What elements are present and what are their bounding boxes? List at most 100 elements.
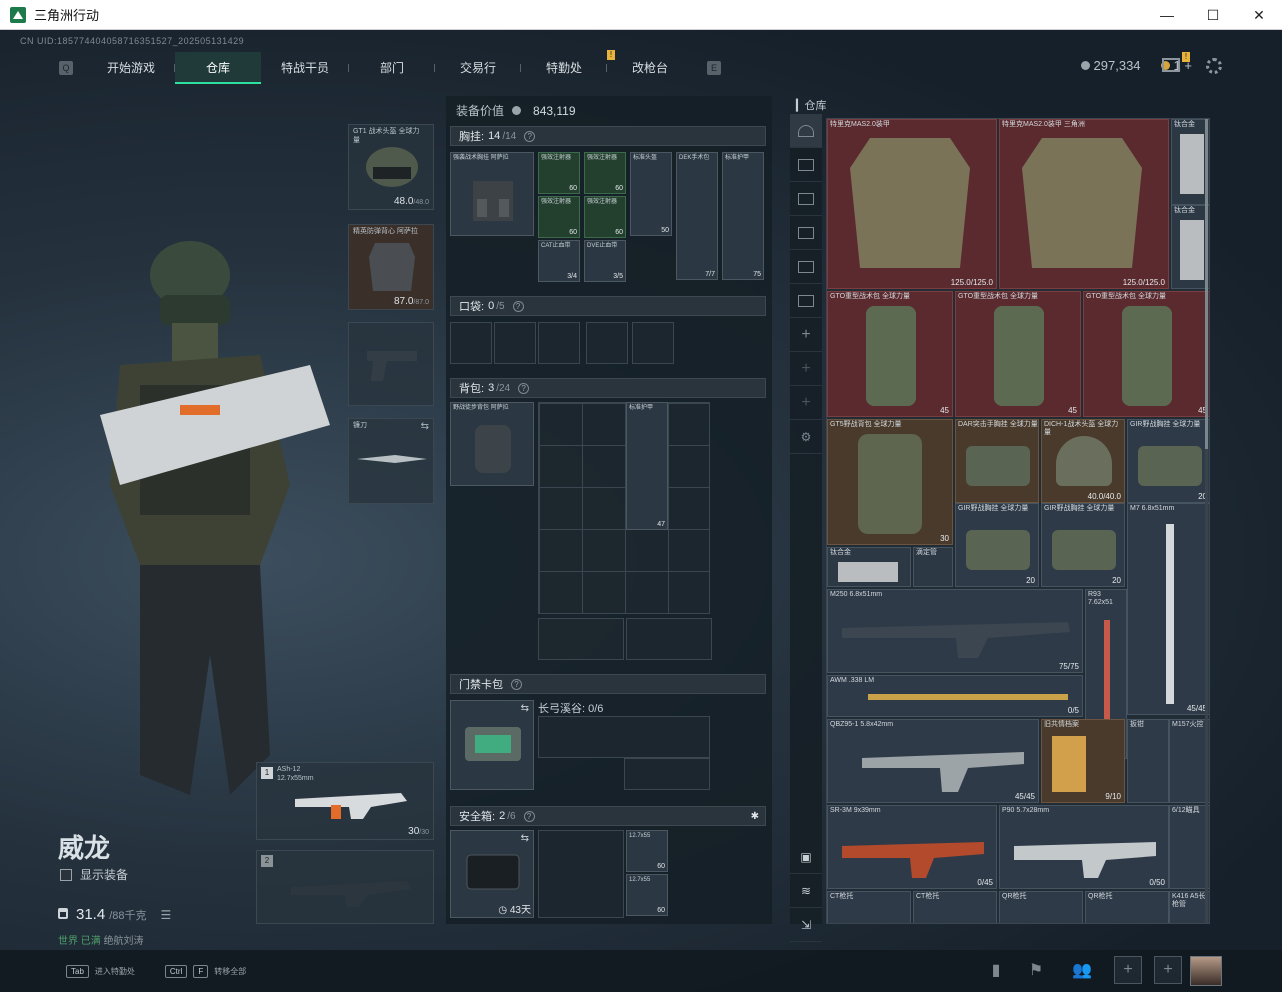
- stash-item[interactable]: M157火控: [1169, 719, 1209, 803]
- chest-item-helmet-repair[interactable]: 标准头盔 50: [630, 152, 672, 236]
- add-friend-slot[interactable]: +: [1154, 956, 1182, 984]
- safebox-item[interactable]: ⇆ ◷ 43天: [450, 830, 534, 918]
- add-page-button[interactable]: +: [790, 318, 822, 352]
- safebox-ammo[interactable]: 12.7x55 60: [626, 830, 668, 872]
- safebox-grid[interactable]: [538, 830, 624, 918]
- stash-tab-5[interactable]: [790, 284, 822, 318]
- help-icon[interactable]: ?: [523, 810, 535, 822]
- settings-gear-icon[interactable]: [1206, 58, 1222, 74]
- maximize-button[interactable]: ☐: [1190, 0, 1236, 30]
- add-page-button[interactable]: +: [790, 352, 822, 386]
- helmet-slot[interactable]: GT1 战术头盔 全球力量 48.0/48.0: [348, 124, 434, 210]
- stash-scrollbar[interactable]: [1205, 119, 1208, 923]
- stash-tab-4[interactable]: [790, 250, 822, 284]
- stash-item[interactable]: DAR突击手胸挂 全球力量: [955, 419, 1039, 503]
- stash-item[interactable]: GTO重型战术包 全球力量 45: [827, 291, 953, 417]
- stash-item[interactable]: CT枪托: [913, 891, 997, 923]
- stash-item[interactable]: GIR野战胸挂 全球力量 20: [1127, 419, 1209, 503]
- backpack-extra-slot[interactable]: [538, 618, 624, 660]
- stash-item[interactable]: GTO重型战术包 全球力量 45: [1083, 291, 1209, 417]
- stash-item[interactable]: SR-3M 9x39mm 0/45: [827, 805, 997, 889]
- help-icon[interactable]: ?: [524, 130, 536, 142]
- stash-item[interactable]: GT5野战背包 全球力量 30: [827, 419, 953, 545]
- keycard-slot[interactable]: [538, 716, 710, 758]
- stash-tab-all[interactable]: [790, 114, 822, 148]
- add-page-button[interactable]: +: [790, 386, 822, 420]
- stash-settings-button[interactable]: ⚙: [790, 420, 822, 454]
- armor-slot[interactable]: 精英防弹背心 阿萨拉 87.0/87.0: [348, 224, 434, 310]
- show-equipment-toggle[interactable]: 显示装备: [60, 866, 128, 883]
- stash-item[interactable]: DICH-1战术头盔 全球力量 40.0/40.0: [1041, 419, 1125, 503]
- stash-item[interactable]: GTO重型战术包 全球力量 45: [955, 291, 1081, 417]
- stash-item[interactable]: 特里克MAS2.0装甲 三角洲 125.0/125.0: [999, 119, 1169, 289]
- chest-item-surgery-kit[interactable]: DEK手术包 7/7: [676, 152, 718, 280]
- pocket-slot[interactable]: [586, 322, 628, 364]
- keycard-case[interactable]: ⇆: [450, 700, 534, 790]
- stack-button[interactable]: ≋: [790, 874, 822, 908]
- pin-icon[interactable]: ✱: [751, 811, 759, 822]
- stash-item[interactable]: M7 6.8x51mm 45/45: [1127, 503, 1209, 715]
- tab-warehouse[interactable]: 仓库: [175, 52, 262, 84]
- stash-item[interactable]: P90 5.7x28mm 0/50: [999, 805, 1169, 889]
- transfer-button[interactable]: ⇲: [790, 908, 822, 942]
- primary-weapon-slot[interactable]: 1 ASh-12 12.7x55mm 30/30: [256, 762, 434, 840]
- stash-item[interactable]: AWM .338 LM 0/5: [827, 675, 1083, 717]
- mail-icon[interactable]: !: [1162, 52, 1190, 72]
- chest-rig-item[interactable]: 强袭战术胸挂 阿萨拉: [450, 152, 534, 236]
- chest-item-injector[interactable]: 强效注射器 60: [538, 152, 580, 194]
- safebox-ammo[interactable]: 12.7x55 60: [626, 874, 668, 916]
- stash-item[interactable]: 6/12瞄具: [1169, 805, 1209, 889]
- stash-tab-3[interactable]: [790, 216, 822, 250]
- stash-item[interactable]: QR枪托: [999, 891, 1083, 923]
- sort-button[interactable]: ▣: [790, 840, 822, 874]
- scrollbar-thumb[interactable]: [1205, 119, 1208, 449]
- tab-department[interactable]: 部门: [349, 52, 436, 84]
- swap-icon[interactable]: ⇆: [421, 421, 429, 432]
- backpack-grid[interactable]: [538, 402, 710, 614]
- help-icon[interactable]: ?: [511, 678, 522, 690]
- minimize-button[interactable]: —: [1144, 0, 1190, 30]
- chest-item-tourniquet[interactable]: DVE止血带 3/5: [584, 240, 626, 282]
- hint-transfer-all[interactable]: Ctrl F 转移全部: [164, 964, 246, 978]
- backpack-item-armor-repair[interactable]: 标准护甲 47: [626, 402, 668, 530]
- keycard-slot[interactable]: [624, 758, 710, 790]
- backpack-item[interactable]: 野战徒步背包 阿萨拉: [450, 402, 534, 486]
- swap-icon[interactable]: ⇆: [521, 833, 529, 844]
- stash-item[interactable]: 扳钳: [1127, 719, 1169, 803]
- weight-list-icon[interactable]: ☰: [161, 908, 172, 922]
- chest-item-tourniquet[interactable]: CAT止血带 3/4: [538, 240, 580, 282]
- hint-enter-special-ops[interactable]: Tab 进入特勤处: [66, 964, 135, 978]
- nav-left-key-icon[interactable]: Q: [59, 61, 73, 75]
- chest-item-armor-repair[interactable]: 标准护甲 75: [722, 152, 764, 280]
- backpack-extra-slot[interactable]: [626, 618, 712, 660]
- melee-slot[interactable]: 镰刀 ⇆: [348, 418, 434, 504]
- chest-item-injector[interactable]: 强效注射器 60: [584, 196, 626, 238]
- friends-icon[interactable]: 👥: [1062, 956, 1102, 984]
- player-avatar[interactable]: [1190, 956, 1222, 986]
- tab-trading[interactable]: 交易行: [435, 52, 522, 84]
- stash-item[interactable]: GIR野战胸挂 全球力量 20: [955, 503, 1039, 587]
- stash-item[interactable]: QR枪托: [1085, 891, 1169, 923]
- tab-special-ops[interactable]: 特勤处!: [521, 50, 616, 84]
- secondary-weapon-slot[interactable]: 2: [256, 850, 434, 924]
- chest-item-injector[interactable]: 强效注射器 60: [584, 152, 626, 194]
- tab-gunsmith[interactable]: 改枪台: [607, 52, 693, 84]
- tab-start-game[interactable]: 开始游戏: [87, 52, 176, 84]
- stash-item[interactable]: CT枪托: [827, 891, 911, 923]
- stash-item[interactable]: 特里克MAS2.0装甲 125.0/125.0: [827, 119, 997, 289]
- pocket-slot[interactable]: [450, 322, 492, 364]
- pocket-slot[interactable]: [632, 322, 674, 364]
- help-icon[interactable]: ?: [512, 300, 524, 312]
- pistol-slot[interactable]: [348, 322, 434, 406]
- close-button[interactable]: ✕: [1236, 0, 1282, 30]
- stash-item[interactable]: QBZ95-1 5.8x42mm 45/45: [827, 719, 1039, 803]
- stash-item[interactable]: M250 6.8x51mm 75/75: [827, 589, 1083, 673]
- stash-item[interactable]: K416 A5长枪管: [1169, 891, 1209, 923]
- nav-right-key-icon[interactable]: E: [707, 61, 722, 75]
- stash-item[interactable]: 钛合金: [827, 547, 911, 587]
- stash-tab-2[interactable]: [790, 182, 822, 216]
- help-icon[interactable]: ?: [518, 382, 530, 394]
- flag-icon[interactable]: ⚑: [1022, 956, 1050, 984]
- chest-item-injector[interactable]: 强效注射器 60: [538, 196, 580, 238]
- stash-item[interactable]: 滴定管: [913, 547, 953, 587]
